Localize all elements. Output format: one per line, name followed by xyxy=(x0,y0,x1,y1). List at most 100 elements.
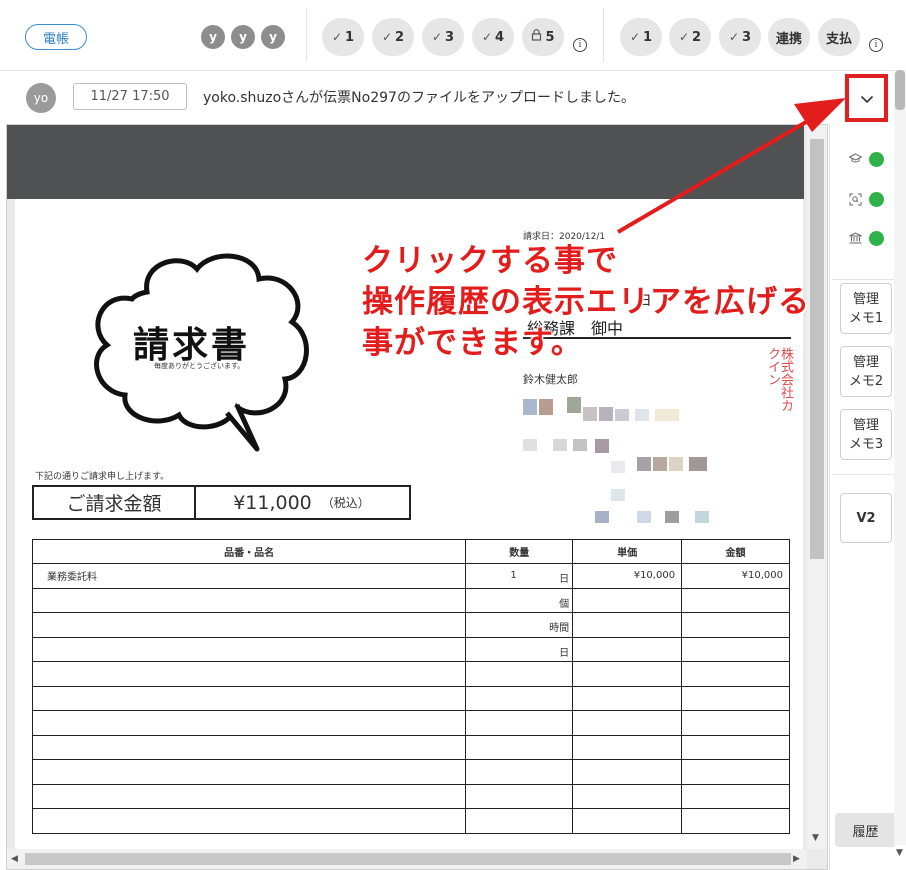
redacted-text xyxy=(611,461,625,473)
user-avatar-2[interactable]: y xyxy=(231,25,255,49)
status-ok-dot xyxy=(869,231,884,246)
table-cell xyxy=(681,710,790,736)
redacted-text xyxy=(539,399,553,415)
scroll-down-arrow-icon[interactable]: ▼ xyxy=(812,833,819,843)
expand-history-button[interactable] xyxy=(845,74,888,122)
process-step-3[interactable]: ✓ 3 xyxy=(719,18,761,56)
user-avatar-1[interactable]: y xyxy=(201,25,225,49)
check-icon: ✓ xyxy=(728,30,739,44)
shiharai-button[interactable]: 支払 xyxy=(818,18,860,56)
admin-memo-1-button[interactable]: 管理メモ1 xyxy=(840,283,892,334)
viewer-vertical-scroll-thumb[interactable] xyxy=(810,139,824,559)
table-row xyxy=(31,734,790,760)
history-button[interactable]: 履歴 xyxy=(835,813,896,847)
process-step-1[interactable]: ✓ 1 xyxy=(620,18,662,56)
toolbar-divider xyxy=(306,8,307,62)
table-cell: 個 xyxy=(465,587,574,613)
check-icon: ✓ xyxy=(678,30,689,44)
renkei-button[interactable]: 連携 xyxy=(768,18,810,56)
memo-label: メモ3 xyxy=(848,436,884,452)
table-cell xyxy=(31,587,467,613)
document-viewer[interactable]: 請求書 毎度ありがとうございます。 請求日：2020/12/1 ヨ 総務課 御中… xyxy=(6,124,828,870)
scroll-down-arrow-icon[interactable]: ▼ xyxy=(896,848,903,858)
redacted-text xyxy=(689,457,707,471)
approval-step-4[interactable]: ✓ 4 xyxy=(472,18,514,56)
admin-memo-2-button[interactable]: 管理 メモ2 xyxy=(840,346,892,397)
redacted-text xyxy=(573,439,587,451)
denchou-tag[interactable]: 電帳 xyxy=(25,24,87,50)
memo-label: 管理 xyxy=(852,291,879,307)
bank-icon xyxy=(849,232,862,247)
table-cell xyxy=(31,710,467,736)
redacted-text xyxy=(553,439,567,451)
item-amount: ¥10,000 xyxy=(741,570,783,582)
chevron-down-icon xyxy=(860,89,874,108)
check-icon: ✓ xyxy=(331,30,342,44)
table-header: 品番・品名 xyxy=(31,539,467,564)
approval-step-3[interactable]: ✓ 3 xyxy=(422,18,464,56)
redacted-text xyxy=(635,409,649,421)
redacted-text xyxy=(611,489,625,501)
viewer-header-bar xyxy=(7,125,804,199)
table-cell xyxy=(572,808,683,834)
status-bank[interactable] xyxy=(849,231,889,248)
table-cell: 時間 xyxy=(465,612,574,638)
approval-step-label: 2 xyxy=(395,29,405,45)
table-cell xyxy=(31,612,467,638)
item-unit-price: ¥10,000 xyxy=(633,570,676,582)
page-vertical-scroll-thumb[interactable] xyxy=(895,70,905,110)
timestamp-badge: 11/27 17:50 xyxy=(73,83,187,110)
process-step-2[interactable]: ✓ 2 xyxy=(669,18,711,56)
redacted-text xyxy=(637,511,651,523)
check-icon: ✓ xyxy=(481,30,492,44)
admin-memo-3-button[interactable]: 管理 メモ3 xyxy=(840,409,892,460)
table-cell xyxy=(465,759,574,785)
table-cell: 業務委託料 xyxy=(31,563,467,589)
table-row xyxy=(31,661,790,687)
table-cell xyxy=(572,685,683,711)
table-cell xyxy=(572,710,683,736)
table-header: 金額 xyxy=(681,539,790,564)
table-cell xyxy=(572,661,683,687)
scroll-left-arrow-icon[interactable]: ◀ xyxy=(11,854,18,864)
item-unit: 日 xyxy=(559,574,570,585)
toolbar-divider xyxy=(603,8,604,62)
memo-label: メモ1 xyxy=(848,310,884,326)
table-cell xyxy=(572,636,683,662)
check-icon: ✓ xyxy=(629,30,640,44)
approval-step-5[interactable]: 5 xyxy=(522,18,564,56)
table-row: 業務委託料 1 日 ¥10,000 ¥10,000 xyxy=(31,563,790,589)
line-items-table: 品番・品名 数量 単価 金額 業務委託料 1 日 ¥10,000 ¥10,000 個時間日 xyxy=(31,539,790,834)
version-button[interactable]: V2 xyxy=(840,493,892,543)
table-cell xyxy=(681,783,790,809)
approval-step-1[interactable]: ✓ 1 xyxy=(322,18,364,56)
total-amount-value: ¥11,000 （税込） xyxy=(194,487,409,518)
info-icon[interactable]: i xyxy=(869,38,883,52)
table-cell xyxy=(31,808,467,834)
table-cell xyxy=(572,612,683,638)
approval-step-2[interactable]: ✓ 2 xyxy=(372,18,414,56)
table-cell xyxy=(572,734,683,760)
viewer-horizontal-scroll-thumb[interactable] xyxy=(25,853,791,865)
table-header: 単価 xyxy=(572,539,683,564)
amount-tax-note: （税込） xyxy=(321,496,370,510)
info-icon[interactable]: i xyxy=(573,38,587,52)
item-qty: 1 xyxy=(510,570,517,581)
invoice-intro: 下記の通りご請求申し上げます。 xyxy=(35,472,170,482)
item-unit: 個 xyxy=(559,598,570,610)
scroll-right-arrow-icon[interactable]: ▶ xyxy=(793,854,800,864)
table-cell xyxy=(681,612,790,638)
redacted-text xyxy=(615,409,629,421)
table-cell: 日 xyxy=(465,636,574,662)
status-education[interactable] xyxy=(848,152,889,169)
user-avatar-3[interactable]: y xyxy=(261,25,285,49)
page-vertical-scrollbar[interactable] xyxy=(894,70,906,845)
redacted-text xyxy=(523,439,537,451)
annotation-line: 操作履歴の表示エリアを広げる xyxy=(362,284,810,320)
total-amount-label: ご請求金額 xyxy=(34,487,196,518)
table-header: 数量 xyxy=(465,539,574,564)
status-scan[interactable] xyxy=(849,192,889,209)
status-ok-dot xyxy=(869,192,884,207)
table-row xyxy=(31,759,790,785)
redacted-text xyxy=(665,511,679,523)
